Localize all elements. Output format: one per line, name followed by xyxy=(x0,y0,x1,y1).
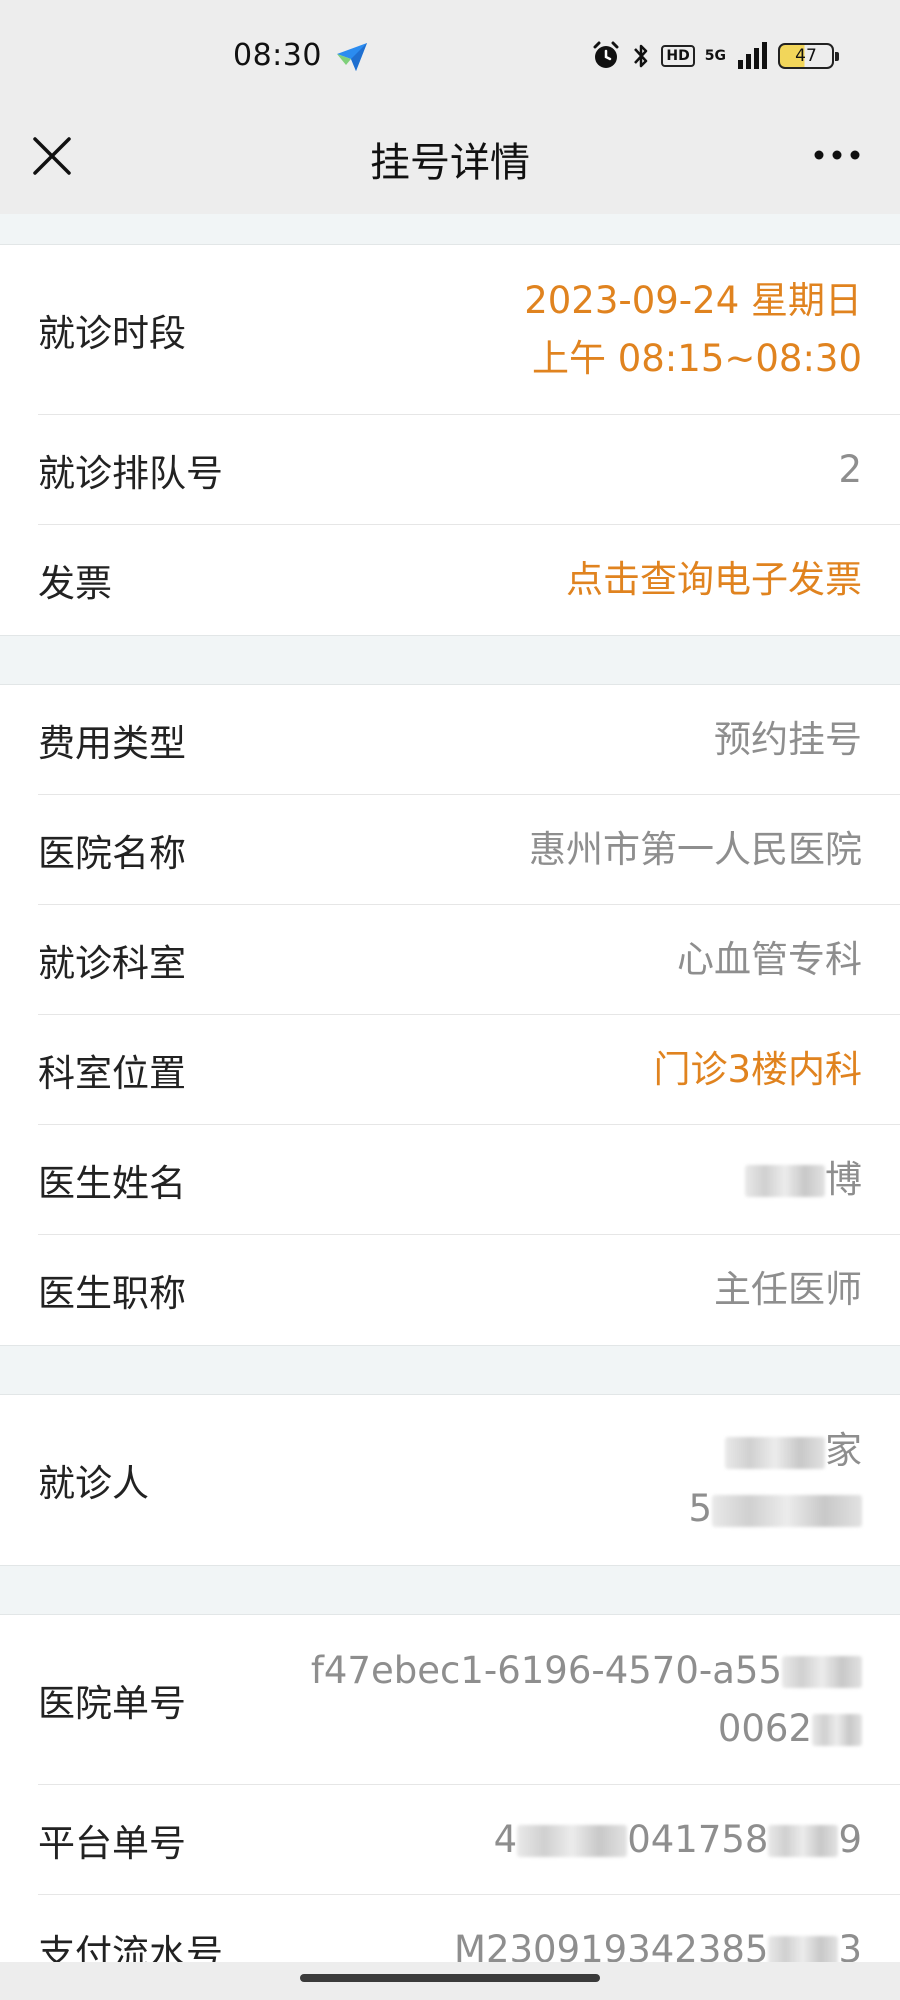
hospital-order-line1: f47ebec1-6196-4570-a55 xyxy=(311,1642,862,1700)
department-label: 就诊科室 xyxy=(38,941,186,985)
hospital-order-label: 医院单号 xyxy=(38,1681,186,1725)
hospital-order-row: 医院单号 f47ebec1-6196-4570-a55 0062 xyxy=(38,1615,900,1785)
doctor-name-row: 医生姓名 博 xyxy=(38,1125,900,1235)
visit-time-label: 就诊时段 xyxy=(38,311,186,355)
platform-order-text: 041758 xyxy=(627,1817,769,1861)
patient-name-text: 家 xyxy=(825,1429,862,1472)
platform-order-suffix: 9 xyxy=(838,1817,862,1861)
redacted-blur xyxy=(745,1165,825,1197)
department-location-link[interactable]: 门诊3楼内科 xyxy=(653,1041,862,1099)
battery-indicator: 47 xyxy=(778,43,839,69)
queue-number-label: 就诊排队号 xyxy=(38,451,223,495)
redacted-blur xyxy=(782,1656,862,1688)
hospital-order-text1: f47ebec1-6196-4570-a55 xyxy=(310,1648,782,1692)
visit-time-row: 就诊时段 2023-09-24 星期日 上午 08:15~08:30 xyxy=(38,245,900,415)
doctor-title-row: 医生职称 主任医师 xyxy=(38,1235,900,1345)
visit-period: 上午 08:15~08:30 xyxy=(531,336,862,380)
signal-icon xyxy=(738,42,767,69)
status-time: 08:30 xyxy=(233,38,322,73)
patient-row: 就诊人 家 5 xyxy=(38,1395,900,1565)
order-section: 医院单号 f47ebec1-6196-4570-a55 0062 平台单号 4 0… xyxy=(0,1614,900,2000)
patient-section: 就诊人 家 5 xyxy=(0,1394,900,1566)
alarm-icon xyxy=(593,41,619,68)
visit-info-section: 就诊时段 2023-09-24 星期日 上午 08:15~08:30 就诊排队号… xyxy=(0,244,900,636)
platform-order-label: 平台单号 xyxy=(38,1821,186,1865)
redacted-blur xyxy=(812,1714,862,1746)
doctor-name-label: 医生姓名 xyxy=(38,1161,186,1205)
hospital-info-section: 费用类型 预约挂号 医院名称 惠州市第一人民医院 就诊科室 心血管专科 科室位置… xyxy=(0,684,900,1346)
queue-number-value: 2 xyxy=(838,447,862,491)
hospital-name-value: 惠州市第一人民医院 xyxy=(529,827,862,871)
invoice-label: 发票 xyxy=(38,562,112,605)
doctor-title-label: 医生职称 xyxy=(38,1272,186,1315)
redacted-blur xyxy=(768,1825,839,1857)
status-indicators: HD 5G 47 xyxy=(591,38,839,74)
status-bar: 08:30 HD 5G 47 xyxy=(0,0,900,110)
page-title: 挂号详情 xyxy=(370,140,530,186)
queue-number-row: 就诊排队号 2 xyxy=(38,415,900,525)
doctor-name-text: 博 xyxy=(825,1157,862,1201)
hospital-name-row: 医院名称 惠州市第一人民医院 xyxy=(38,795,900,905)
platform-order-row: 平台单号 4 041758 9 xyxy=(38,1785,900,1895)
department-location-label: 科室位置 xyxy=(38,1051,186,1095)
fee-type-label: 费用类型 xyxy=(38,721,186,765)
hospital-order-line2: 0062 xyxy=(311,1700,862,1758)
hospital-name-label: 医院名称 xyxy=(38,831,186,875)
patient-label: 就诊人 xyxy=(38,1462,149,1505)
network-type: 5G xyxy=(704,48,726,64)
platform-order-value: 4 041758 9 xyxy=(494,1811,862,1869)
department-value: 心血管专科 xyxy=(677,937,862,981)
redacted-blur xyxy=(517,1825,628,1857)
department-location-row[interactable]: 科室位置 门诊3楼内科 xyxy=(38,1015,900,1125)
hospital-order-text2: 0062 xyxy=(717,1706,812,1750)
fee-type-value: 预约挂号 xyxy=(714,717,862,761)
visit-date: 2023-09-24 星期日 xyxy=(524,278,862,322)
doctor-name-value: 博 xyxy=(745,1151,862,1209)
patient-id-line: 5 xyxy=(688,1480,862,1538)
invoice-row[interactable]: 发票 点击查询电子发票 xyxy=(38,525,900,635)
patient-name-line: 家 xyxy=(688,1422,862,1480)
paper-plane-icon xyxy=(337,43,367,71)
home-indicator[interactable] xyxy=(300,1974,600,1982)
nav-bar: 挂号详情 xyxy=(0,110,900,214)
hospital-order-value: f47ebec1-6196-4570-a55 0062 xyxy=(311,1642,862,1758)
more-icon[interactable] xyxy=(812,140,862,170)
redacted-blur xyxy=(712,1494,862,1527)
platform-order-prefix: 4 xyxy=(493,1817,518,1861)
bluetooth-icon xyxy=(634,44,648,68)
redacted-blur xyxy=(725,1436,825,1469)
visit-time-value: 2023-09-24 星期日 上午 08:15~08:30 xyxy=(524,272,862,388)
patient-value: 家 5 xyxy=(688,1422,862,1538)
doctor-title-value: 主任医师 xyxy=(714,1268,862,1311)
patient-id-text: 5 xyxy=(688,1487,712,1530)
invoice-link[interactable]: 点击查询电子发票 xyxy=(566,551,862,609)
department-row: 就诊科室 心血管专科 xyxy=(38,905,900,1015)
fee-type-row: 费用类型 预约挂号 xyxy=(38,685,900,795)
hd-badge: HD xyxy=(661,45,695,67)
